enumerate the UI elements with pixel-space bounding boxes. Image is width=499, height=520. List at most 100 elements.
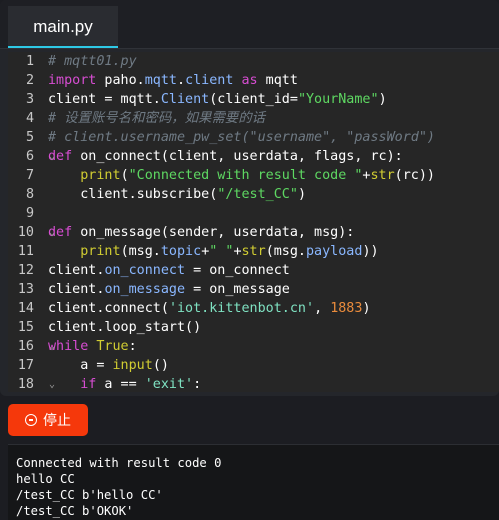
code-token: ): [362, 301, 371, 316]
code-line[interactable]: 3 client = mqtt.Client(client_id="YourNam…: [8, 90, 499, 109]
console-output-line: hello CC: [16, 472, 75, 486]
code-line[interactable]: 1 # mqtt01.py: [8, 52, 499, 71]
code-token: ): [297, 187, 306, 202]
code-token: on_message: [104, 282, 186, 297]
code-token: mqtt: [257, 73, 298, 88]
code-line[interactable]: 11 print(msg.topic+" "+str(msg.payload)): [8, 242, 499, 261]
code-line[interactable]: 8 client.subscribe("/test_CC"): [8, 185, 499, 204]
code-line[interactable]: 2 import paho.mqtt.client as mqtt: [8, 71, 499, 90]
code-token: client = mqtt.: [48, 92, 161, 107]
code-token: # client.username_pw_set("username", "pa…: [48, 130, 435, 145]
code-token: " ": [209, 244, 234, 259]
code-token: # 设置账号名和密码，如果需要的话: [48, 111, 265, 126]
code-token: (rc)): [394, 168, 435, 183]
code-token: client.: [48, 282, 105, 297]
console-output-line: Connected with result code 0: [16, 456, 222, 470]
fold-chevron-icon[interactable]: ⌄: [49, 375, 55, 392]
line-number: 15: [17, 320, 34, 335]
code-token: a ==: [96, 377, 145, 392]
code-token: import: [48, 73, 97, 88]
code-line[interactable]: 9: [8, 204, 499, 223]
code-token: ,: [314, 301, 331, 316]
code-token: a =: [48, 358, 113, 373]
code-line[interactable]: 6 ⌄ def on_connect(client, userdata, flags…: [8, 147, 499, 166]
stop-button-label: 停止: [43, 412, 71, 428]
line-number: 16: [17, 339, 34, 354]
code-token: input: [112, 358, 153, 373]
code-line[interactable]: 7 print("Connected with result code "+st…: [8, 166, 499, 185]
file-tab-bar: main.py: [0, 0, 499, 49]
code-token: print: [80, 244, 121, 259]
code-line[interactable]: 18 ⌄ if a == 'exit':: [8, 375, 499, 392]
line-number: 13: [17, 282, 34, 297]
code-token: (: [120, 168, 129, 183]
code-token: client.connect(: [48, 301, 169, 316]
code-line[interactable]: 5 # client.username_pw_set("username", "p…: [8, 128, 499, 147]
code-token: topic: [160, 244, 202, 259]
minus-circle-icon: [25, 414, 37, 426]
code-token: str: [370, 168, 395, 183]
code-token: 'iot.kittenbot.cn': [168, 301, 315, 316]
code-token: .: [177, 73, 186, 88]
code-token: "YourName": [297, 92, 379, 107]
output-console: Connected with result code 0 hello CC/tes…: [8, 444, 499, 520]
code-token: ): [378, 92, 387, 107]
console-output-line: /test_CC b'OKOK': [16, 504, 134, 518]
line-number: 4: [25, 111, 34, 126]
code-token: = on_connect: [185, 263, 290, 278]
line-number: 5: [25, 130, 34, 145]
code-editor-panel: main.py 1 # mqtt01.py 2 import paho.mqtt.cl…: [0, 0, 499, 396]
code-token: = on_message: [185, 282, 290, 297]
code-token: client.subscribe(: [48, 187, 218, 202]
code-area[interactable]: 1 # mqtt01.py 2 import paho.mqtt.client as …: [8, 52, 499, 392]
code-token: (): [152, 358, 169, 373]
code-line[interactable]: 16 ⌄ while True:: [8, 337, 499, 356]
code-line[interactable]: 13 client.on_message = on_message: [8, 280, 499, 299]
line-number: 9: [25, 206, 34, 221]
code-token: client.loop_start(): [48, 320, 202, 335]
code-token: 'exit': [144, 377, 194, 392]
code-token: (msg.: [265, 244, 306, 259]
code-line[interactable]: 12 client.on_connect = on_connect: [8, 261, 499, 280]
line-number: 8: [25, 187, 34, 202]
line-number: 14: [17, 301, 34, 316]
code-token: "/test_CC": [217, 187, 298, 202]
fold-chevron-icon[interactable]: ⌄: [49, 337, 55, 356]
code-line[interactable]: 15 client.loop_start(): [8, 318, 499, 337]
code-token: "Connected with result code ": [128, 168, 363, 183]
fold-chevron-icon[interactable]: ⌄: [49, 147, 55, 166]
code-token: paho.: [96, 73, 145, 88]
line-number: 6: [25, 149, 34, 164]
code-token: as: [241, 73, 258, 88]
line-number: 7: [25, 168, 34, 183]
code-line[interactable]: 14 client.connect('iot.kittenbot.cn', 188…: [8, 299, 499, 318]
line-number: 11: [17, 244, 34, 259]
line-number: 17: [17, 358, 34, 373]
line-number: 18: [17, 377, 34, 392]
code-token: (msg.: [120, 244, 161, 259]
code-token: payload: [306, 244, 363, 259]
code-token: 1883: [330, 301, 363, 316]
code-token: True: [96, 339, 129, 354]
line-number: 12: [17, 263, 34, 278]
tab-main-py[interactable]: main.py: [8, 6, 118, 48]
code-line[interactable]: 10 ⌄ def on_message(sender, userdata, msg)…: [8, 223, 499, 242]
stop-button[interactable]: 停止: [8, 404, 88, 436]
code-token: :: [193, 377, 202, 392]
code-line[interactable]: 17 a = input(): [8, 356, 499, 375]
line-number: 3: [25, 92, 34, 107]
code-token: :: [128, 339, 137, 354]
code-token: client: [185, 73, 234, 88]
code-line[interactable]: 4 # 设置账号名和密码，如果需要的话: [8, 109, 499, 128]
code-token: on_connect(client, userdata, flags, rc):: [72, 149, 403, 164]
code-token: mqtt: [144, 73, 177, 88]
code-token: +: [233, 244, 242, 259]
code-token: client.: [48, 263, 105, 278]
code-token: # mqtt01.py: [48, 54, 137, 69]
fold-chevron-icon[interactable]: ⌄: [49, 223, 55, 242]
line-number: 1: [25, 54, 34, 69]
code-token: on_message(sender, userdata, msg):: [72, 225, 355, 240]
